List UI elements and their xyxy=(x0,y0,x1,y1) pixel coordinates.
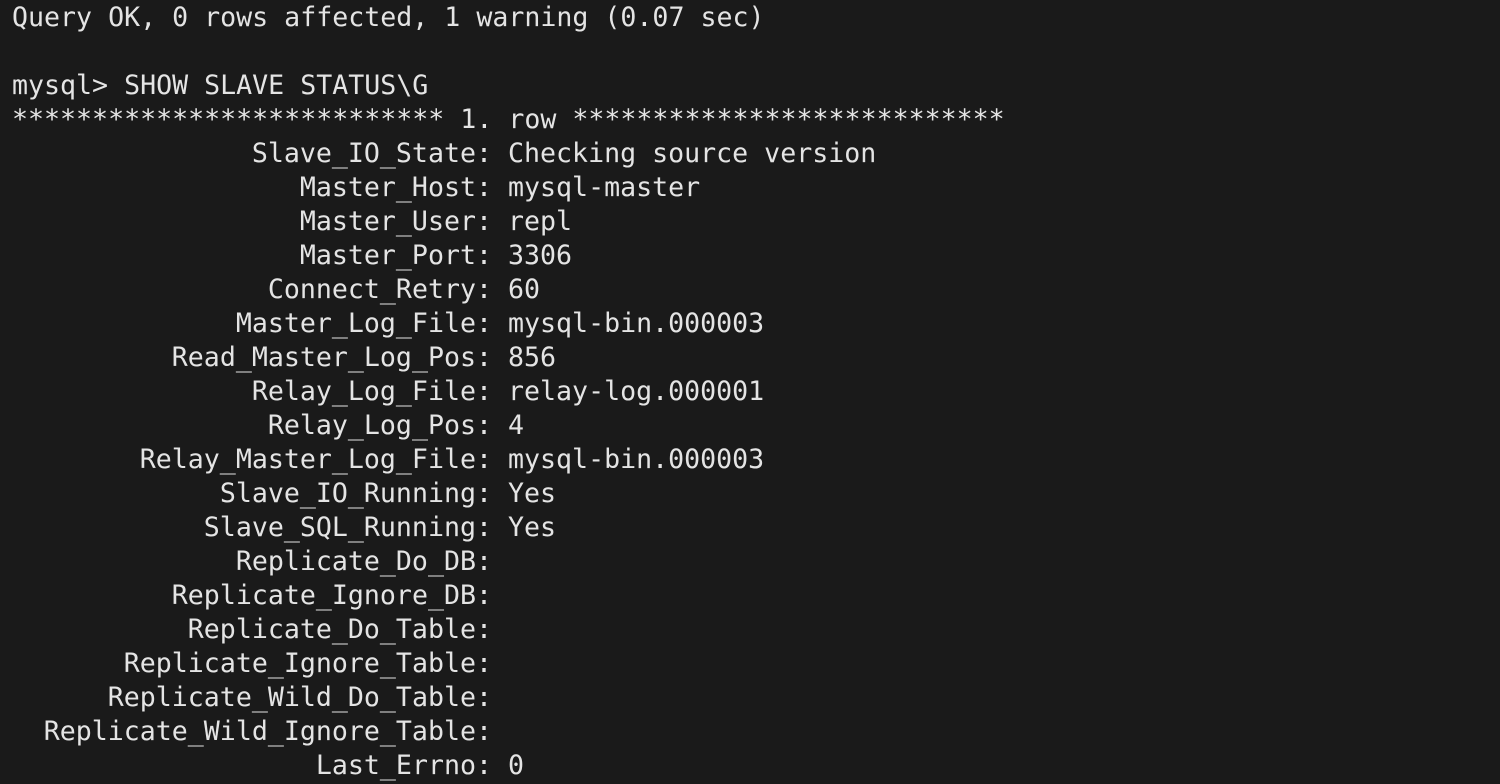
field-label: Relay_Log_Pos: xyxy=(267,410,492,441)
field-value: 60 xyxy=(492,274,541,305)
field-value: 0 xyxy=(492,750,525,781)
field-label: Last_Errno: xyxy=(315,750,492,781)
field-label: Replicate_Ignore_Table: xyxy=(123,648,492,679)
query-result-line: Query OK, 0 rows affected, 1 warning (0.… xyxy=(12,2,765,33)
field-label: Master_Host: xyxy=(299,172,492,203)
field-label: Replicate_Do_DB: xyxy=(235,546,492,577)
field-label: Replicate_Wild_Ignore_Table: xyxy=(43,716,492,747)
field-label: Replicate_Do_Table: xyxy=(187,614,492,645)
field-value: Yes xyxy=(492,512,557,543)
status-row: Read_Master_Log_Pos: 856 xyxy=(12,341,1500,375)
field-label: Master_Port: xyxy=(299,240,492,271)
field-value: mysql-master xyxy=(492,172,701,203)
field-value: mysql-bin.000003 xyxy=(492,308,765,339)
row-header-line: *************************** 1. row *****… xyxy=(12,104,1005,135)
prompt-command-line: mysql> SHOW SLAVE STATUS\G xyxy=(12,70,429,101)
status-row: Replicate_Ignore_Table: xyxy=(12,647,1500,681)
field-label: Master_Log_File: xyxy=(235,308,492,339)
status-row: Replicate_Do_Table: xyxy=(12,613,1500,647)
status-row: Replicate_Do_DB: xyxy=(12,545,1500,579)
field-label: Relay_Log_File: xyxy=(251,376,492,407)
status-row: Replicate_Ignore_DB: xyxy=(12,579,1500,613)
status-row: Master_Host: mysql-master xyxy=(12,171,1500,205)
field-value: 856 xyxy=(492,342,557,373)
field-label: Slave_IO_Running: xyxy=(219,478,492,509)
status-row: Relay_Master_Log_File: mysql-bin.000003 xyxy=(12,443,1500,477)
status-row: Master_Log_File: mysql-bin.000003 xyxy=(12,307,1500,341)
field-value: 3306 xyxy=(492,240,573,271)
field-value: 4 xyxy=(492,410,525,441)
field-label: Read_Master_Log_Pos: xyxy=(171,342,492,373)
status-row: Replicate_Wild_Ignore_Table: xyxy=(12,715,1500,749)
field-value: mysql-bin.000003 xyxy=(492,444,765,475)
status-row: Replicate_Wild_Do_Table: xyxy=(12,681,1500,715)
status-row: Slave_SQL_Running: Yes xyxy=(12,511,1500,545)
field-label: Slave_IO_State: xyxy=(251,138,492,169)
field-value: Checking source version xyxy=(492,138,877,169)
field-label: Replicate_Wild_Do_Table: xyxy=(107,682,492,713)
field-label: Connect_Retry: xyxy=(267,274,492,305)
field-label: Slave_SQL_Running: xyxy=(203,512,492,543)
status-row: Slave_IO_State: Checking source version xyxy=(12,137,1500,171)
field-label: Relay_Master_Log_File: xyxy=(139,444,492,475)
field-label: Master_User: xyxy=(299,206,492,237)
field-value: Yes xyxy=(492,478,557,509)
status-row: Master_Port: 3306 xyxy=(12,239,1500,273)
status-row: Connect_Retry: 60 xyxy=(12,273,1500,307)
status-row: Slave_IO_Running: Yes xyxy=(12,477,1500,511)
status-row: Master_User: repl xyxy=(12,205,1500,239)
field-value: relay-log.000001 xyxy=(492,376,765,407)
field-value: repl xyxy=(492,206,573,237)
status-row: Relay_Log_Pos: 4 xyxy=(12,409,1500,443)
field-label: Replicate_Ignore_DB: xyxy=(171,580,492,611)
terminal-window[interactable]: Query OK, 0 rows affected, 1 warning (0.… xyxy=(0,0,1500,784)
status-row: Relay_Log_File: relay-log.000001 xyxy=(12,375,1500,409)
status-row: Last_Errno: 0 xyxy=(12,749,1500,783)
